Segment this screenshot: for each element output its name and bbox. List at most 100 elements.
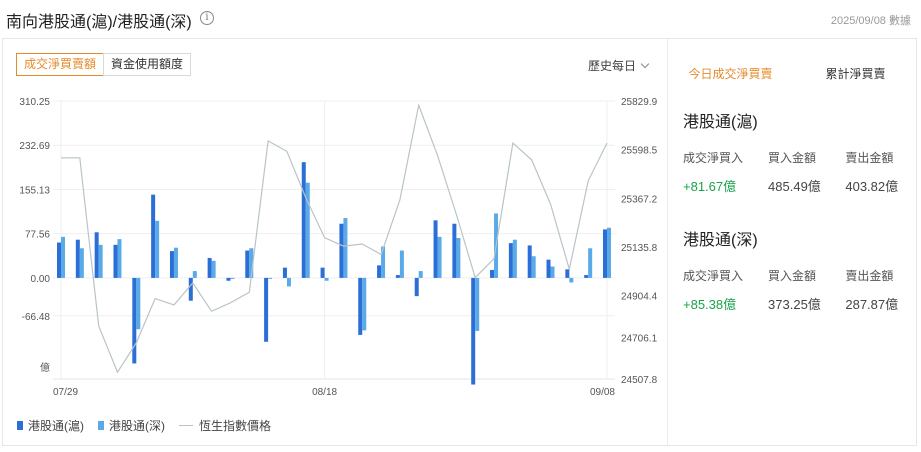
bar-sh [245, 250, 250, 278]
y-left-tick-label: -66.48 [22, 312, 51, 323]
bar-sz [192, 271, 197, 278]
bar-sz [305, 182, 310, 278]
value-net-buy: +85.38億 [683, 297, 737, 312]
bar-sz [230, 277, 235, 279]
bar-sz [550, 266, 555, 278]
bar-sh [151, 194, 156, 278]
header-sell-amount: 賣出金額 [845, 151, 894, 165]
tab-today-net[interactable]: 今日成交淨買賣 [668, 65, 793, 82]
value-sell-amount: 403.82億 [845, 179, 899, 194]
bar-sh [94, 232, 99, 278]
section-title: 港股通(滬) [683, 114, 758, 131]
summary-section-sh: 港股通(滬) 成交淨買入 買入金額 賣出金額 +81.67億 485.49億 4… [683, 108, 913, 195]
tab-cumulative-net[interactable]: 累計淨買賣 [793, 65, 918, 82]
value-sell-amount: 287.87億 [845, 297, 899, 312]
y-left-tick-label: 155.13 [19, 185, 50, 196]
bar-sh [527, 245, 532, 278]
bar-sh [433, 220, 438, 278]
x-tick-label: 08/18 [312, 387, 337, 398]
value-net-buy: +81.67億 [683, 179, 737, 194]
bar-sz [418, 271, 423, 278]
bar-sz [437, 236, 442, 278]
history-period-label: 歷史每日 [588, 59, 637, 73]
bar-sh [132, 277, 137, 364]
southbound-card: 成交淨買賣額 資金使用額度 歷史每日 310.25 232.69 155.13 77.… [2, 38, 917, 446]
metric-tab-group: 成交淨買賣額 資金使用額度 [16, 53, 192, 76]
x-tick-label: 07/29 [53, 387, 78, 398]
page-header: 南向港股通(滬)/港股通(深) i 2025/09/08 數據 [0, 0, 921, 38]
bar-sh [414, 277, 419, 297]
bar-sh [320, 267, 325, 278]
bar-sh [377, 265, 382, 278]
legend-swatch-sh [17, 421, 23, 430]
bar-sz [79, 248, 84, 278]
legend-swatch-sz [98, 421, 104, 430]
legend-item-sh[interactable]: 港股通(滬) [17, 417, 84, 434]
bar-sh [207, 257, 212, 278]
summary-section-sz: 港股通(深) 成交淨買入 買入金額 賣出金額 +85.38億 373.25億 2… [683, 226, 913, 313]
bar-sz [173, 247, 178, 278]
chart-legend: 港股通(滬) 港股通(深) 恆生指數價格 [17, 417, 285, 434]
bar-sz [512, 239, 517, 278]
bar-sz [61, 236, 65, 278]
bar-sh [113, 244, 118, 278]
y-right-tick-label: 24706.1 [621, 333, 658, 344]
bar-sh [490, 269, 495, 278]
section-title: 港股通(深) [683, 232, 758, 249]
y-left-tick-label: 77.56 [25, 230, 50, 241]
legend-item-sz[interactable]: 港股通(深) [98, 417, 165, 434]
bar-sh [452, 223, 457, 278]
header-sell-amount: 賣出金額 [845, 269, 894, 283]
legend-item-hsi[interactable]: 恆生指數價格 [179, 417, 271, 434]
y-right-tick-label: 25829.9 [621, 97, 658, 108]
chevron-down-icon [640, 59, 650, 69]
bar-sh [508, 243, 513, 278]
panel-divider [667, 39, 668, 445]
bar-sh [301, 162, 306, 278]
history-period-select[interactable]: 歷史每日 [588, 57, 650, 74]
bar-sz [98, 244, 103, 278]
data-date-label: 2025/09/08 數據 [830, 15, 911, 27]
bar-sh [471, 277, 476, 385]
header-net-buy: 成交淨買入 [683, 151, 744, 165]
y-right-tick-label: 25598.5 [621, 146, 658, 157]
y-left-tick-label: 0.00 [31, 274, 51, 285]
y-right-tick-label: 25135.8 [621, 243, 658, 254]
tab-net-turnover[interactable]: 成交淨買賣額 [16, 53, 105, 76]
value-buy-amount: 485.49億 [768, 179, 821, 194]
section-headers: 成交淨買入 買入金額 賣出金額 [683, 149, 913, 166]
info-icon[interactable]: i [200, 11, 214, 25]
bar-sh [603, 229, 607, 278]
y-right-tick-label: 24507.8 [621, 375, 658, 386]
bar-sz [456, 237, 461, 278]
bar-sz [531, 256, 536, 278]
bar-sz [569, 277, 574, 283]
net-flow-chart: 310.25 232.69 155.13 77.56 0.00 -66.48 億 25829.… [19, 97, 658, 398]
bar-sh [226, 277, 231, 281]
header-buy-amount: 買入金額 [768, 269, 817, 283]
bar-sz [343, 218, 348, 278]
bar-sz [588, 248, 593, 278]
bar-sz [607, 227, 611, 278]
bar-sh [188, 277, 193, 301]
bar-sh [57, 242, 61, 278]
header-buy-amount: 買入金額 [768, 151, 817, 165]
summary-tab-group: 今日成交淨買賣 累計淨買賣 [668, 65, 918, 82]
y-left-tick-label: 232.69 [19, 141, 50, 152]
bar-sh [169, 251, 174, 278]
legend-label-sh: 港股通(滬) [28, 419, 84, 433]
section-headers: 成交淨買入 買入金額 賣出金額 [683, 267, 913, 284]
bar-sz [211, 260, 216, 278]
bar-sh [358, 277, 363, 335]
bar-sz [399, 250, 404, 278]
bar-sz [155, 220, 160, 278]
legend-swatch-hsi [179, 425, 193, 426]
bar-sz [136, 277, 141, 330]
bar-sh [565, 269, 570, 278]
bar-sh [75, 239, 80, 278]
tab-quota-usage[interactable]: 資金使用額度 [103, 53, 192, 76]
y-left-tick-label: 310.25 [19, 97, 50, 108]
header-net-buy: 成交淨買入 [683, 269, 744, 283]
section-values: +81.67億 485.49億 403.82億 [683, 176, 913, 195]
bar-sz [268, 277, 273, 279]
